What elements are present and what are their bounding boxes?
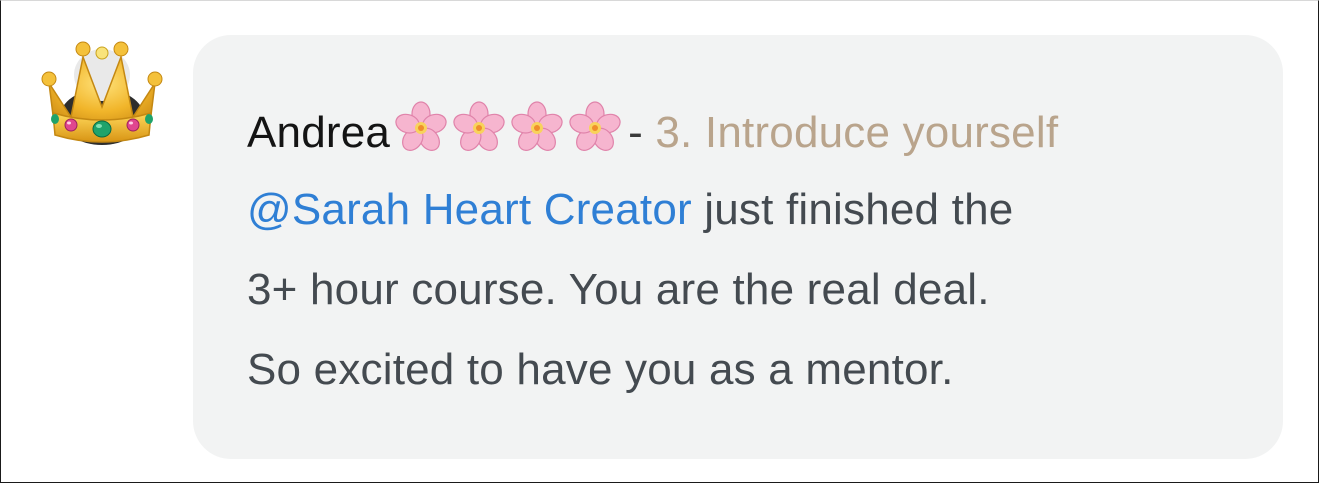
comment-card: Andrea - 3. Introduce yourself @Sarah He… <box>0 0 1319 483</box>
crown-avatar-icon[interactable] <box>41 35 163 147</box>
comment-header: Andrea - 3. Introduce yourself <box>247 99 1058 163</box>
cherry-blossom-icons <box>395 101 624 155</box>
comment-bubble: Andrea - 3. Introduce yourself @Sarah He… <box>193 35 1283 459</box>
topic-link[interactable]: 3. Introduce yourself <box>655 108 1058 157</box>
mention-link[interactable]: @Sarah Heart Creator <box>247 185 692 234</box>
comment-body-line-1: @Sarah Heart Creator just finished the <box>247 180 1013 240</box>
author-name[interactable]: Andrea <box>247 108 390 157</box>
comment-text-2: 3+ hour course. You are the real deal. <box>247 265 990 314</box>
header-separator: - <box>628 108 643 157</box>
comment-text-1: just finished the <box>691 185 1014 234</box>
comment-text-3: So excited to have you as a mentor. <box>247 345 954 394</box>
